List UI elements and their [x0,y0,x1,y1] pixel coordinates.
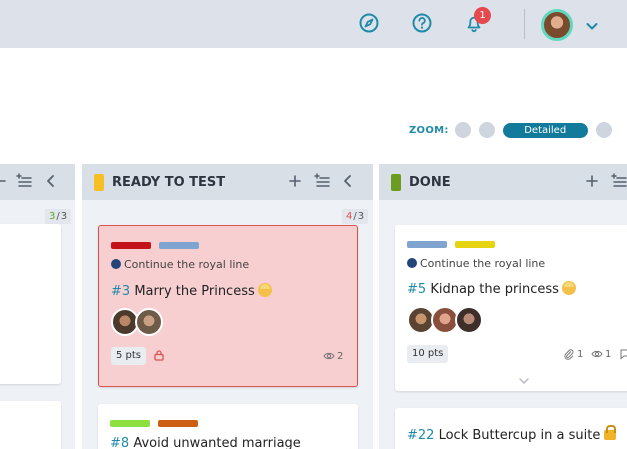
card[interactable]: Continue the royal line #5 Kidnap the pr… [395,225,627,391]
card-partial[interactable] [0,401,61,449]
paperclip-icon [564,349,574,360]
user-avatar[interactable] [455,306,483,334]
assigned-users [407,306,483,334]
column-color-flag [391,174,401,191]
assigned-users [111,308,163,336]
column-header: READY TO TEST [82,164,373,200]
epic-dot-icon [407,258,417,268]
column-title: DONE [409,175,451,190]
notification-badge: 1 [474,7,491,24]
eye-icon [323,352,335,360]
zoom-level-selected[interactable]: Detailed [502,122,588,138]
card-title[interactable]: #5 Kidnap the princess [407,281,576,298]
watchers-count: 2 [323,350,343,362]
add-to-list-icon[interactable] [611,173,627,189]
card[interactable]: #22 Lock Buttercup in a suite [395,408,627,449]
card-blocked[interactable]: Continue the royal line #3 Marry the Pri… [98,225,358,387]
card-partial[interactable] [0,224,61,384]
card[interactable]: #8 Avoid unwanted marriage [98,404,358,449]
column-header [0,164,75,200]
top-bar: 1 [0,0,627,48]
column-left: 3 / 3 [0,164,75,449]
column-ready-to-test: READY TO TEST 4 / 3 Continue the royal l… [82,164,373,449]
card-tag[interactable] [111,242,151,249]
wip-counter: 3 / 3 [45,209,72,224]
add-card-icon[interactable] [584,173,600,189]
card-tag[interactable] [159,242,199,249]
card-tag[interactable] [158,420,198,427]
card-epic[interactable]: Continue the royal line [111,258,249,272]
user-avatar[interactable] [541,9,573,41]
compass-icon[interactable] [358,12,380,34]
add-to-list-icon[interactable] [16,173,32,189]
expand-card-chevron-icon[interactable] [518,375,532,387]
zoom-level-2[interactable] [478,122,495,138]
comment-icon [619,348,627,360]
watchers-count: 1 [591,348,611,360]
points-badge[interactable]: 5 pts [111,347,147,365]
add-card-icon[interactable] [287,173,303,189]
card-title[interactable]: #22 Lock Buttercup in a suite [407,425,617,444]
zoom-level-1[interactable] [454,122,471,138]
attachments-count: 1 [563,348,583,360]
user-avatar[interactable] [135,308,163,336]
column-color-flag [94,174,104,191]
card-tag[interactable] [407,241,447,248]
column-header: DONE [379,164,627,200]
zoom-level-4[interactable] [595,122,612,138]
card-title[interactable]: #8 Avoid unwanted marriage [110,435,301,449]
collapse-column-icon[interactable] [340,173,356,189]
column-done: DONE Continue the royal line #5 Kidnap t… [379,164,627,449]
eye-icon [591,350,603,358]
help-icon[interactable] [411,12,433,34]
topbar-divider [524,9,525,39]
zoom-label: ZOOM: [409,124,449,136]
card-title[interactable]: #3 Marry the Princess [111,283,272,300]
add-icon[interactable] [0,173,8,189]
add-to-list-icon[interactable] [314,173,330,189]
card-tag[interactable] [110,420,150,427]
lock-icon [153,349,167,361]
points-badge[interactable]: 10 pts [407,345,449,363]
princess-emoji-icon [561,281,576,295]
princess-emoji-icon [257,283,272,297]
column-title: READY TO TEST [112,175,226,190]
card-tag[interactable] [455,241,495,248]
zoom-control: ZOOM: Detailed [409,121,620,139]
collapse-column-icon[interactable] [43,173,59,189]
lock-emoji-icon [604,425,617,440]
epic-dot-icon [111,259,121,269]
wip-counter: 4 / 3 [342,209,369,224]
chevron-down-icon[interactable] [585,18,599,32]
card-epic[interactable]: Continue the royal line [407,257,545,271]
